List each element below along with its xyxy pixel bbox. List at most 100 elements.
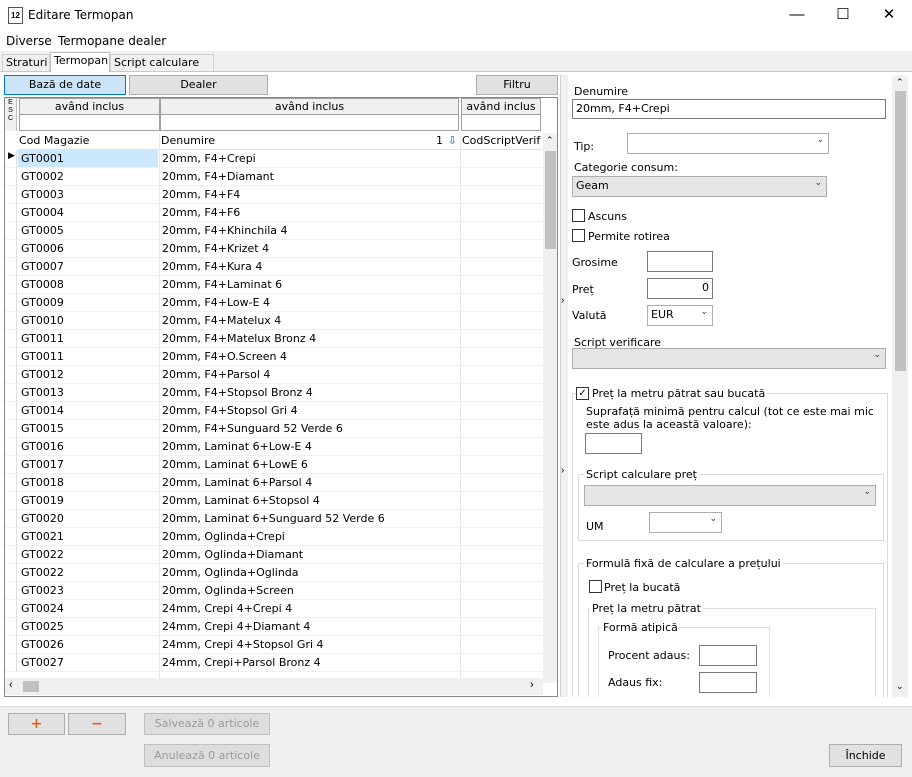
cell-denumire[interactable]: 20mm, F4+O.Screen 4 (162, 350, 287, 363)
cell-denumire[interactable]: 20mm, Laminat 6+Sunguard 52 Verde 6 (162, 512, 385, 525)
script-verificare-select[interactable]: ⌄ (572, 348, 886, 369)
close-button[interactable]: Închide (829, 744, 902, 767)
cell-denumire[interactable]: 20mm, Laminat 6+Low-E 4 (162, 440, 312, 453)
row-indicator[interactable]: ▶ (5, 150, 17, 168)
add-button[interactable]: + (8, 713, 65, 735)
cell-cod[interactable]: GT0012 (21, 368, 64, 381)
table-row[interactable]: GT0024 24mm, Crepi 4+Crepi 4 (5, 600, 543, 618)
table-row[interactable]: GT0016 20mm, Laminat 6+Low-E 4 (5, 438, 543, 456)
maximize-button[interactable]: ☐ (820, 0, 866, 31)
table-row[interactable]: GT0012 20mm, F4+Parsol 4 (5, 366, 543, 384)
table-row[interactable]: GT0023 20mm, Oglinda+Screen (5, 582, 543, 600)
table-row[interactable]: GT0027 24mm, Crepi+Parsol Bronz 4 (5, 654, 543, 672)
expand-arrow-icon[interactable]: › (561, 465, 564, 476)
cell-cod[interactable]: GT0010 (21, 314, 64, 327)
horizontal-scroll-thumb[interactable] (23, 681, 39, 692)
row-indicator[interactable] (5, 618, 17, 636)
table-row[interactable]: GT0002 20mm, F4+Diamant (5, 168, 543, 186)
table-row[interactable]: GT0026 24mm, Crepi 4+Stopsol Gri 4 (5, 636, 543, 654)
cell-denumire[interactable]: 24mm, Crepi+Parsol Bronz 4 (162, 656, 321, 669)
scroll-up-icon[interactable]: ⌃ (896, 77, 904, 88)
cell-cod[interactable]: GT0014 (21, 404, 64, 417)
row-indicator[interactable] (5, 528, 17, 546)
table-row[interactable]: GT0022 20mm, Oglinda+Diamant (5, 546, 543, 564)
row-indicator[interactable] (5, 492, 17, 510)
cell-cod[interactable]: GT0027 (21, 656, 64, 669)
categorie-select[interactable]: Geam ⌄ (572, 176, 827, 197)
filter-input-cod[interactable] (19, 114, 160, 131)
suprafata-input[interactable] (585, 433, 642, 454)
valuta-select[interactable]: EUR ⌄ (647, 305, 713, 326)
row-indicator[interactable] (5, 348, 17, 366)
cell-cod[interactable]: GT0001 (21, 152, 64, 165)
row-indicator[interactable] (5, 294, 17, 312)
cell-denumire[interactable]: 20mm, F4+Krizet 4 (162, 242, 269, 255)
adaus-input[interactable] (699, 672, 757, 693)
row-indicator[interactable] (5, 312, 17, 330)
cell-denumire[interactable]: 20mm, F4+Laminat 6 (162, 278, 282, 291)
row-indicator[interactable] (5, 582, 17, 600)
cell-cod[interactable]: GT0019 (21, 494, 64, 507)
scroll-left-icon[interactable]: ‹ (9, 679, 13, 691)
scroll-thumb[interactable] (545, 151, 556, 249)
cell-denumire[interactable]: 20mm, F4+Diamant (162, 170, 274, 183)
filter-button[interactable]: Filtru (476, 75, 558, 95)
menu-diverse[interactable]: Diverse (6, 34, 52, 48)
row-indicator[interactable] (5, 222, 17, 240)
table-row[interactable]: GT0007 20mm, F4+Kura 4 (5, 258, 543, 276)
um-select[interactable]: ⌄ (649, 512, 722, 533)
column-header-denumire[interactable]: Denumire 1 ⇩ (160, 133, 461, 150)
row-indicator[interactable] (5, 240, 17, 258)
table-row[interactable]: GT0020 20mm, Laminat 6+Sunguard 52 Verde … (5, 510, 543, 528)
minimize-button[interactable]: — (774, 0, 820, 31)
cell-denumire[interactable]: 20mm, F4+F4 (162, 188, 240, 201)
row-indicator[interactable] (5, 474, 17, 492)
cell-denumire[interactable]: 20mm, F4+Matelux 4 (162, 314, 281, 327)
scroll-down-icon[interactable]: ⌄ (896, 681, 904, 692)
table-row[interactable]: GT0011 20mm, F4+O.Screen 4 (5, 348, 543, 366)
row-indicator[interactable] (5, 168, 17, 186)
table-row[interactable]: GT0013 20mm, F4+Stopsol Bronz 4 (5, 384, 543, 402)
grid-horizontal-scrollbar[interactable]: ‹ › (5, 678, 543, 695)
row-indicator[interactable] (5, 564, 17, 582)
scroll-right-icon[interactable]: › (530, 679, 534, 691)
table-row[interactable]: GT0009 20mm, F4+Low-E 4 (5, 294, 543, 312)
table-row[interactable]: GT0021 20mm, Oglinda+Crepi (5, 528, 543, 546)
row-indicator[interactable] (5, 402, 17, 420)
cell-denumire[interactable]: 20mm, F4+Khinchila 4 (162, 224, 288, 237)
table-row[interactable]: GT0017 20mm, Laminat 6+LowE 6 (5, 456, 543, 474)
script-calculare-select[interactable]: ⌄ (584, 485, 876, 506)
row-indicator[interactable] (5, 384, 17, 402)
details-vertical-scrollbar[interactable]: ⌃ ⌄ (892, 75, 908, 697)
table-row[interactable]: GT0018 20mm, Laminat 6+Parsol 4 (5, 474, 543, 492)
table-row[interactable]: GT0022 20mm, Oglinda+Oglinda (5, 564, 543, 582)
esc-clear-filter-button[interactable]: ESC (5, 98, 17, 131)
row-indicator[interactable] (5, 330, 17, 348)
cell-denumire[interactable]: 24mm, Crepi 4+Diamant 4 (162, 620, 310, 633)
cell-cod[interactable]: GT0003 (21, 188, 64, 201)
grid-vertical-scrollbar[interactable]: ⌃ ⌄ (543, 133, 557, 683)
table-row[interactable]: GT0014 20mm, F4+Stopsol Gri 4 (5, 402, 543, 420)
procent-input[interactable] (699, 645, 757, 666)
cell-denumire[interactable]: 20mm, F4+Stopsol Gri 4 (162, 404, 298, 417)
cell-cod[interactable]: GT0009 (21, 296, 64, 309)
dealer-button[interactable]: Dealer (129, 75, 268, 95)
table-row[interactable]: GT0008 20mm, F4+Laminat 6 (5, 276, 543, 294)
cell-denumire[interactable]: 20mm, Oglinda+Crepi (162, 530, 285, 543)
cell-cod[interactable]: GT0007 (21, 260, 64, 273)
table-row[interactable]: GT0004 20mm, F4+F6 (5, 204, 543, 222)
table-row[interactable]: ▶ GT0001 20mm, F4+Crepi (5, 150, 543, 168)
ascuns-checkbox[interactable] (572, 209, 585, 222)
expand-arrow-icon[interactable]: › (561, 295, 564, 306)
row-indicator[interactable] (5, 186, 17, 204)
cell-denumire[interactable]: 20mm, F4+F6 (162, 206, 240, 219)
tab-script-calculare[interactable]: Script calculare preț (110, 54, 214, 85)
row-indicator[interactable] (5, 438, 17, 456)
row-indicator[interactable] (5, 546, 17, 564)
cell-denumire[interactable]: 20mm, Oglinda+Screen (162, 584, 294, 597)
cell-denumire[interactable]: 24mm, Crepi 4+Stopsol Gri 4 (162, 638, 324, 651)
cell-cod[interactable]: GT0005 (21, 224, 64, 237)
filter-input-codscript[interactable] (461, 114, 541, 131)
scroll-up-icon[interactable]: ⌃ (546, 135, 554, 146)
cell-denumire[interactable]: 20mm, F4+Stopsol Bronz 4 (162, 386, 313, 399)
